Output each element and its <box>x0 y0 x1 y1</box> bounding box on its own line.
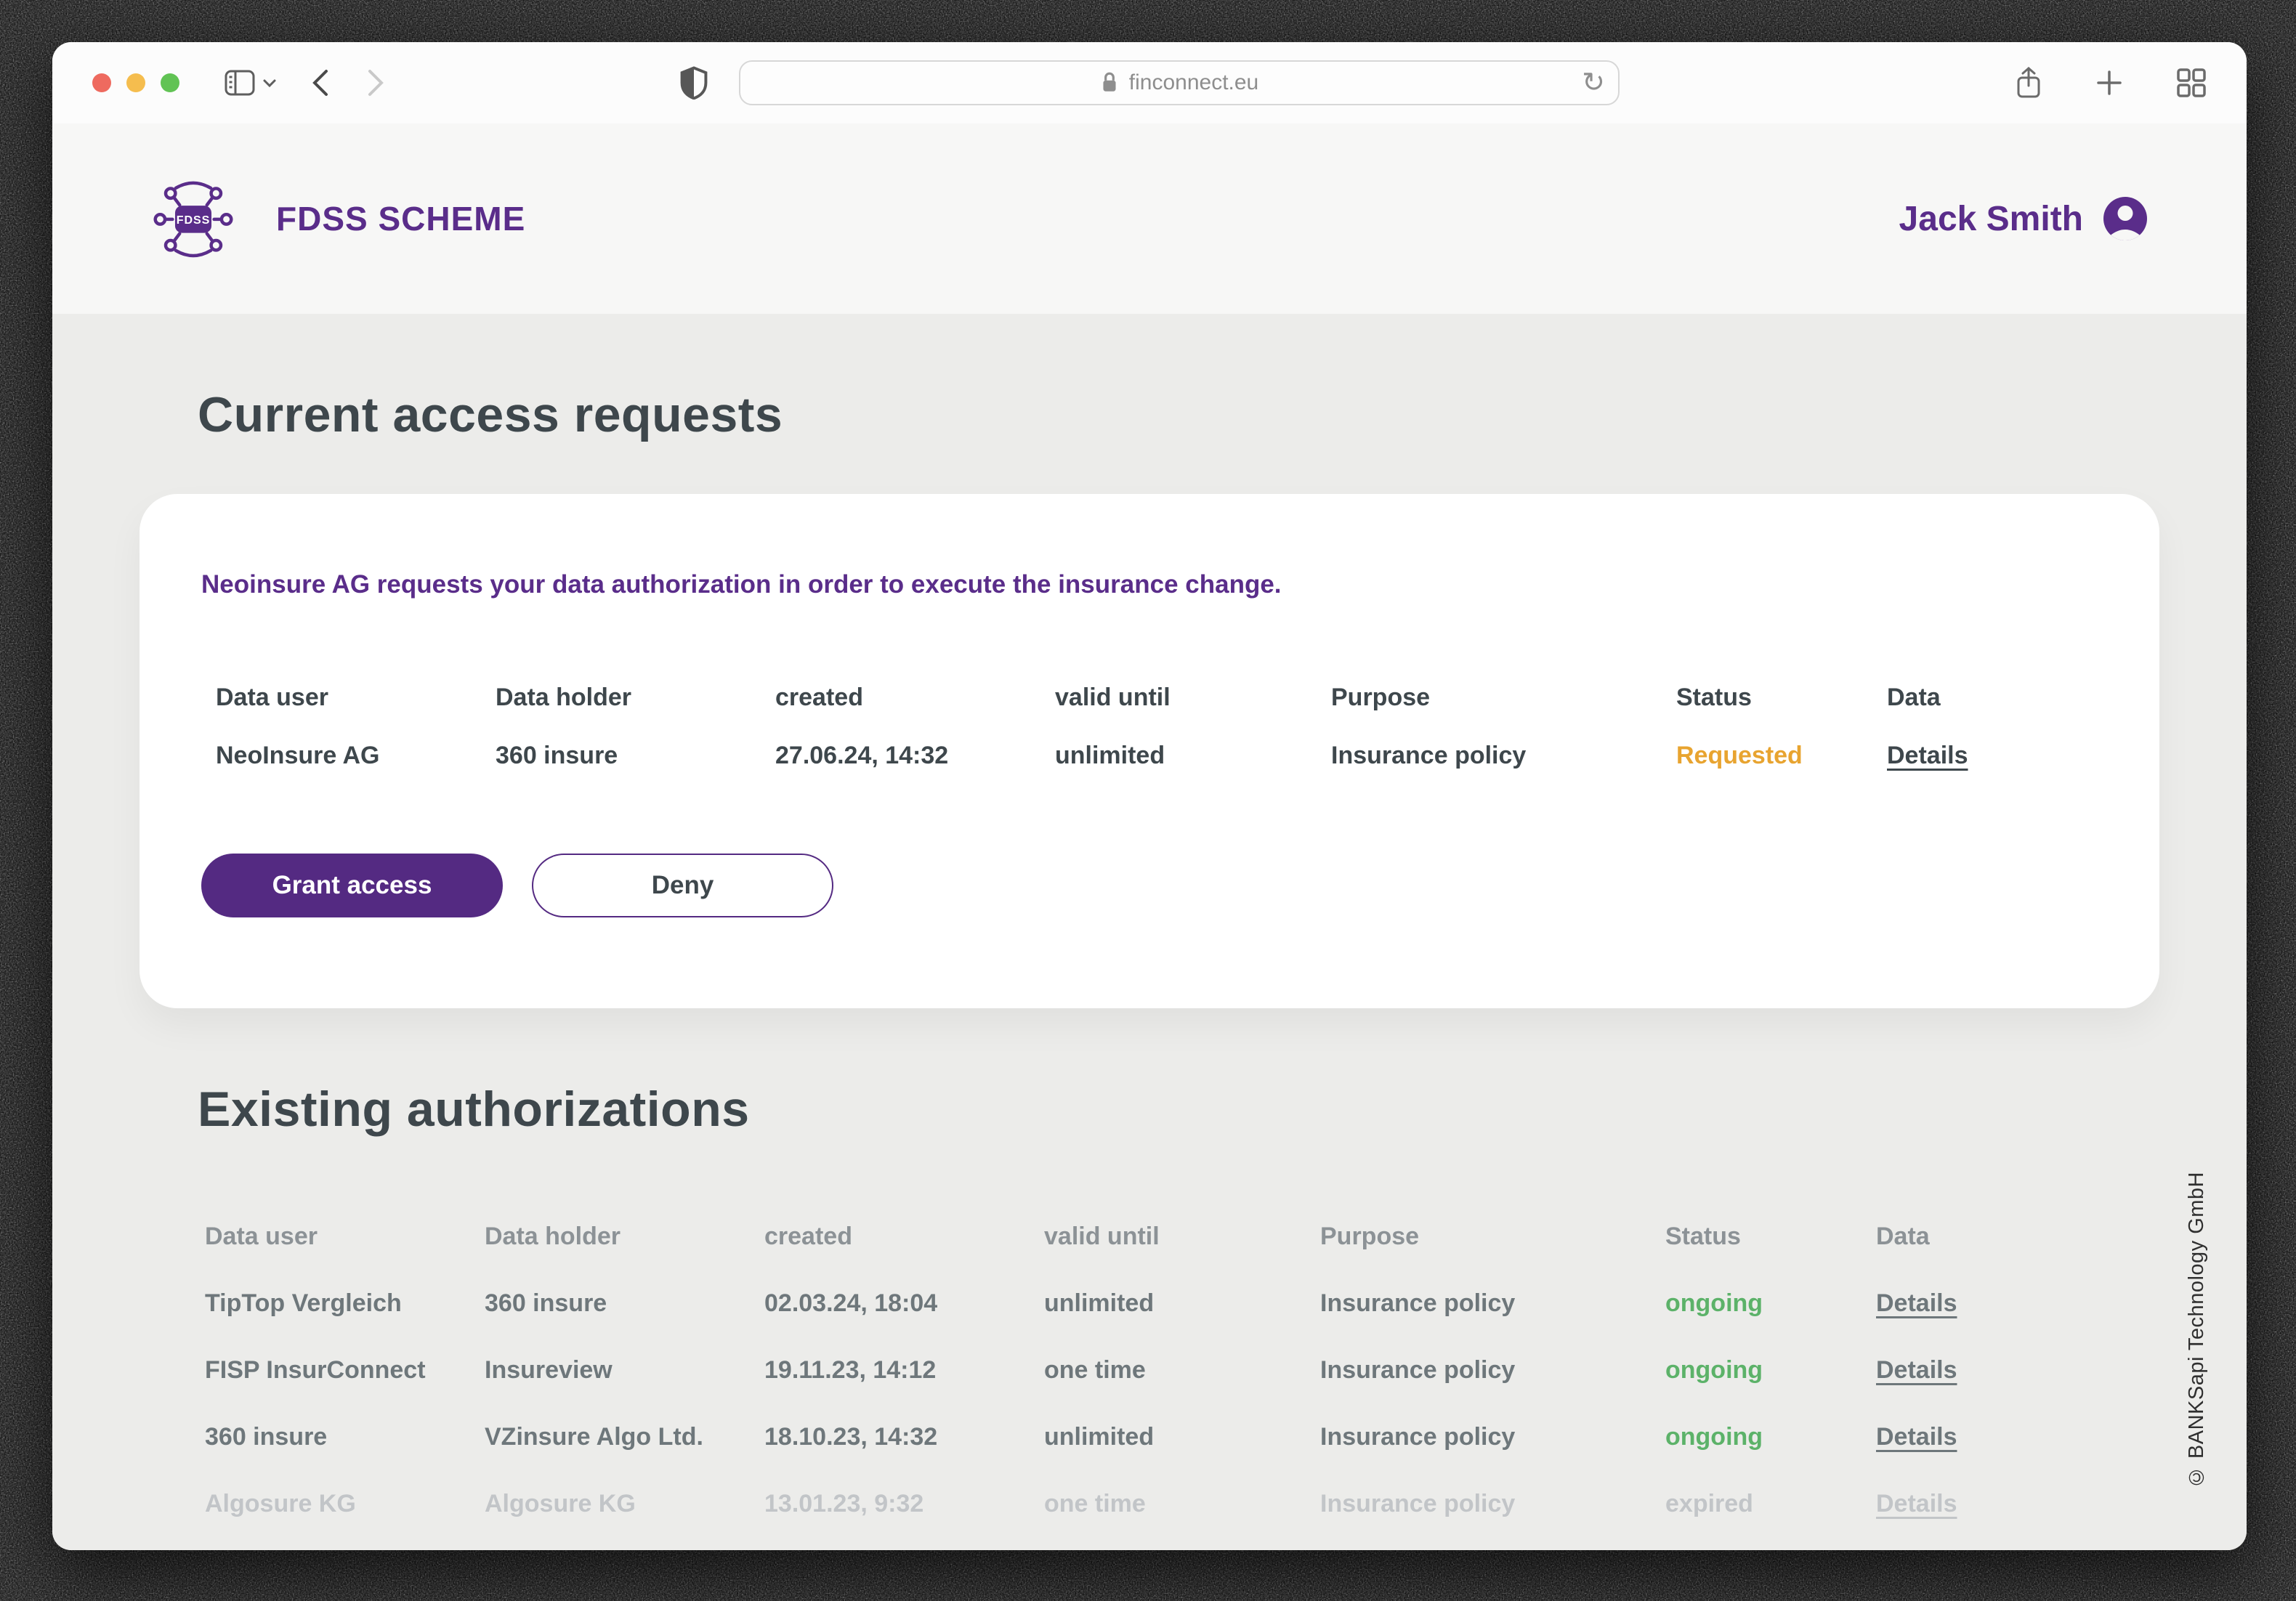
details-link[interactable]: Details <box>1876 1356 1957 1385</box>
cell-data-holder: 360 insure <box>496 726 775 785</box>
page-content: Current access requests Neoinsure AG req… <box>52 314 2247 1550</box>
column-data-user: Data user <box>216 668 496 726</box>
window-controls <box>92 73 179 92</box>
details-link[interactable]: Details <box>1876 1423 1957 1451</box>
status-badge: ongoing <box>1665 1337 1876 1403</box>
sidebar-chevron-down-icon[interactable] <box>262 78 277 88</box>
cell-valid-until: one time <box>1044 1470 1320 1537</box>
tab-overview-icon[interactable] <box>2176 68 2207 98</box>
cell-data-holder: 360 insure <box>485 1270 764 1337</box>
deny-button[interactable]: Deny <box>532 854 833 917</box>
back-icon[interactable] <box>312 68 329 97</box>
user-menu[interactable]: Jack Smith <box>1899 195 2149 242</box>
request-message: Neoinsure AG requests your data authoriz… <box>201 570 2098 599</box>
column-data-holder: Data holder <box>496 668 775 726</box>
browser-window: finconnect.eu ↻ <box>52 42 2247 1550</box>
column-data: Data <box>1876 1203 2094 1270</box>
share-icon[interactable] <box>2015 66 2042 100</box>
cell-valid-until: unlimited <box>1055 726 1331 785</box>
column-valid-until: valid until <box>1055 668 1331 726</box>
details-link[interactable]: Details <box>1876 1289 1957 1318</box>
details-link[interactable]: Details <box>1876 1490 1957 1518</box>
reload-icon[interactable]: ↻ <box>1582 69 1605 97</box>
close-window-button[interactable] <box>92 73 111 92</box>
cell-data-holder: VZinsure Algo Ltd. <box>485 1403 764 1470</box>
cell-purpose: Insurance policy <box>1320 1337 1665 1403</box>
status-badge: ongoing <box>1665 1270 1876 1337</box>
cell-data-holder: Insureview <box>485 1337 764 1403</box>
cell-data-user: NeoInsure AG <box>216 726 496 785</box>
browser-chrome: finconnect.eu ↻ <box>52 42 2247 123</box>
cell-created: 02.03.24, 18:04 <box>764 1270 1044 1337</box>
site-header: FDSS FDSS SCHEME <box>52 123 2247 314</box>
cell-valid-until: unlimited <box>1044 1403 1320 1470</box>
cell-data-user: TipTop Vergleich <box>205 1270 485 1337</box>
cell-data-user: 360 insure <box>205 1403 485 1470</box>
address-bar[interactable]: finconnect.eu ↻ <box>739 60 1620 105</box>
lock-icon <box>1100 71 1119 94</box>
cell-data-holder: Algosure KG <box>485 1470 764 1537</box>
zoom-window-button[interactable] <box>161 73 179 92</box>
cell-created: 13.01.23, 9:32 <box>764 1470 1044 1537</box>
status-badge: expired <box>1665 1470 1876 1537</box>
column-data-holder: Data holder <box>485 1203 764 1270</box>
url-text: finconnect.eu <box>1129 70 1258 95</box>
cell-created: 19.11.23, 14:12 <box>764 1337 1044 1403</box>
column-created: created <box>764 1203 1044 1270</box>
cell-purpose: Insurance policy <box>1320 1270 1665 1337</box>
cell-created: 27.06.24, 14:32 <box>775 726 1055 785</box>
column-purpose: Purpose <box>1320 1203 1665 1270</box>
brand: FDSS FDSS SCHEME <box>150 176 525 262</box>
new-tab-icon[interactable] <box>2095 68 2124 97</box>
column-status: Status <box>1676 668 1887 726</box>
column-created: created <box>775 668 1055 726</box>
column-status: Status <box>1665 1203 1876 1270</box>
cell-valid-until: unlimited <box>1044 1270 1320 1337</box>
cell-purpose: Insurance policy <box>1331 726 1676 785</box>
cell-valid-until: one time <box>1044 1337 1320 1403</box>
forward-icon[interactable] <box>367 68 384 97</box>
copyright-text: © BANKSapi Technology GmbH <box>2185 1172 2209 1488</box>
cell-purpose: Insurance policy <box>1320 1470 1665 1537</box>
column-data: Data <box>1887 668 2098 726</box>
access-request-card: Neoinsure AG requests your data authoriz… <box>140 494 2159 1008</box>
cell-purpose: Insurance policy <box>1320 1403 1665 1470</box>
minimize-window-button[interactable] <box>126 73 145 92</box>
column-data-user: Data user <box>205 1203 485 1270</box>
authorizations-section-title: Existing authorizations <box>198 1081 2159 1138</box>
fdss-logo-text: FDSS <box>177 214 210 227</box>
column-purpose: Purpose <box>1331 668 1676 726</box>
privacy-shield-icon[interactable] <box>679 66 708 100</box>
user-avatar-icon <box>2102 195 2149 242</box>
request-actions: Grant access Deny <box>201 854 2098 917</box>
brand-name: FDSS SCHEME <box>276 199 525 238</box>
details-link[interactable]: Details <box>1887 742 1968 770</box>
cell-data-user: FISP InsurConnect <box>205 1337 485 1403</box>
column-valid-until: valid until <box>1044 1203 1320 1270</box>
fdss-logo-icon: FDSS <box>150 176 236 262</box>
status-badge: Requested <box>1676 726 1887 785</box>
authorizations-table: Data user Data holder created valid unti… <box>140 1203 2159 1537</box>
cell-data-user: Algosure KG <box>205 1470 485 1537</box>
status-badge: ongoing <box>1665 1403 1876 1470</box>
user-name: Jack Smith <box>1899 199 2083 239</box>
requests-section-title: Current access requests <box>198 386 2159 443</box>
grant-access-button[interactable]: Grant access <box>201 854 503 917</box>
cell-created: 18.10.23, 14:32 <box>764 1403 1044 1470</box>
request-table: Data user Data holder created valid unti… <box>201 668 2098 785</box>
sidebar-icon[interactable] <box>225 70 255 96</box>
